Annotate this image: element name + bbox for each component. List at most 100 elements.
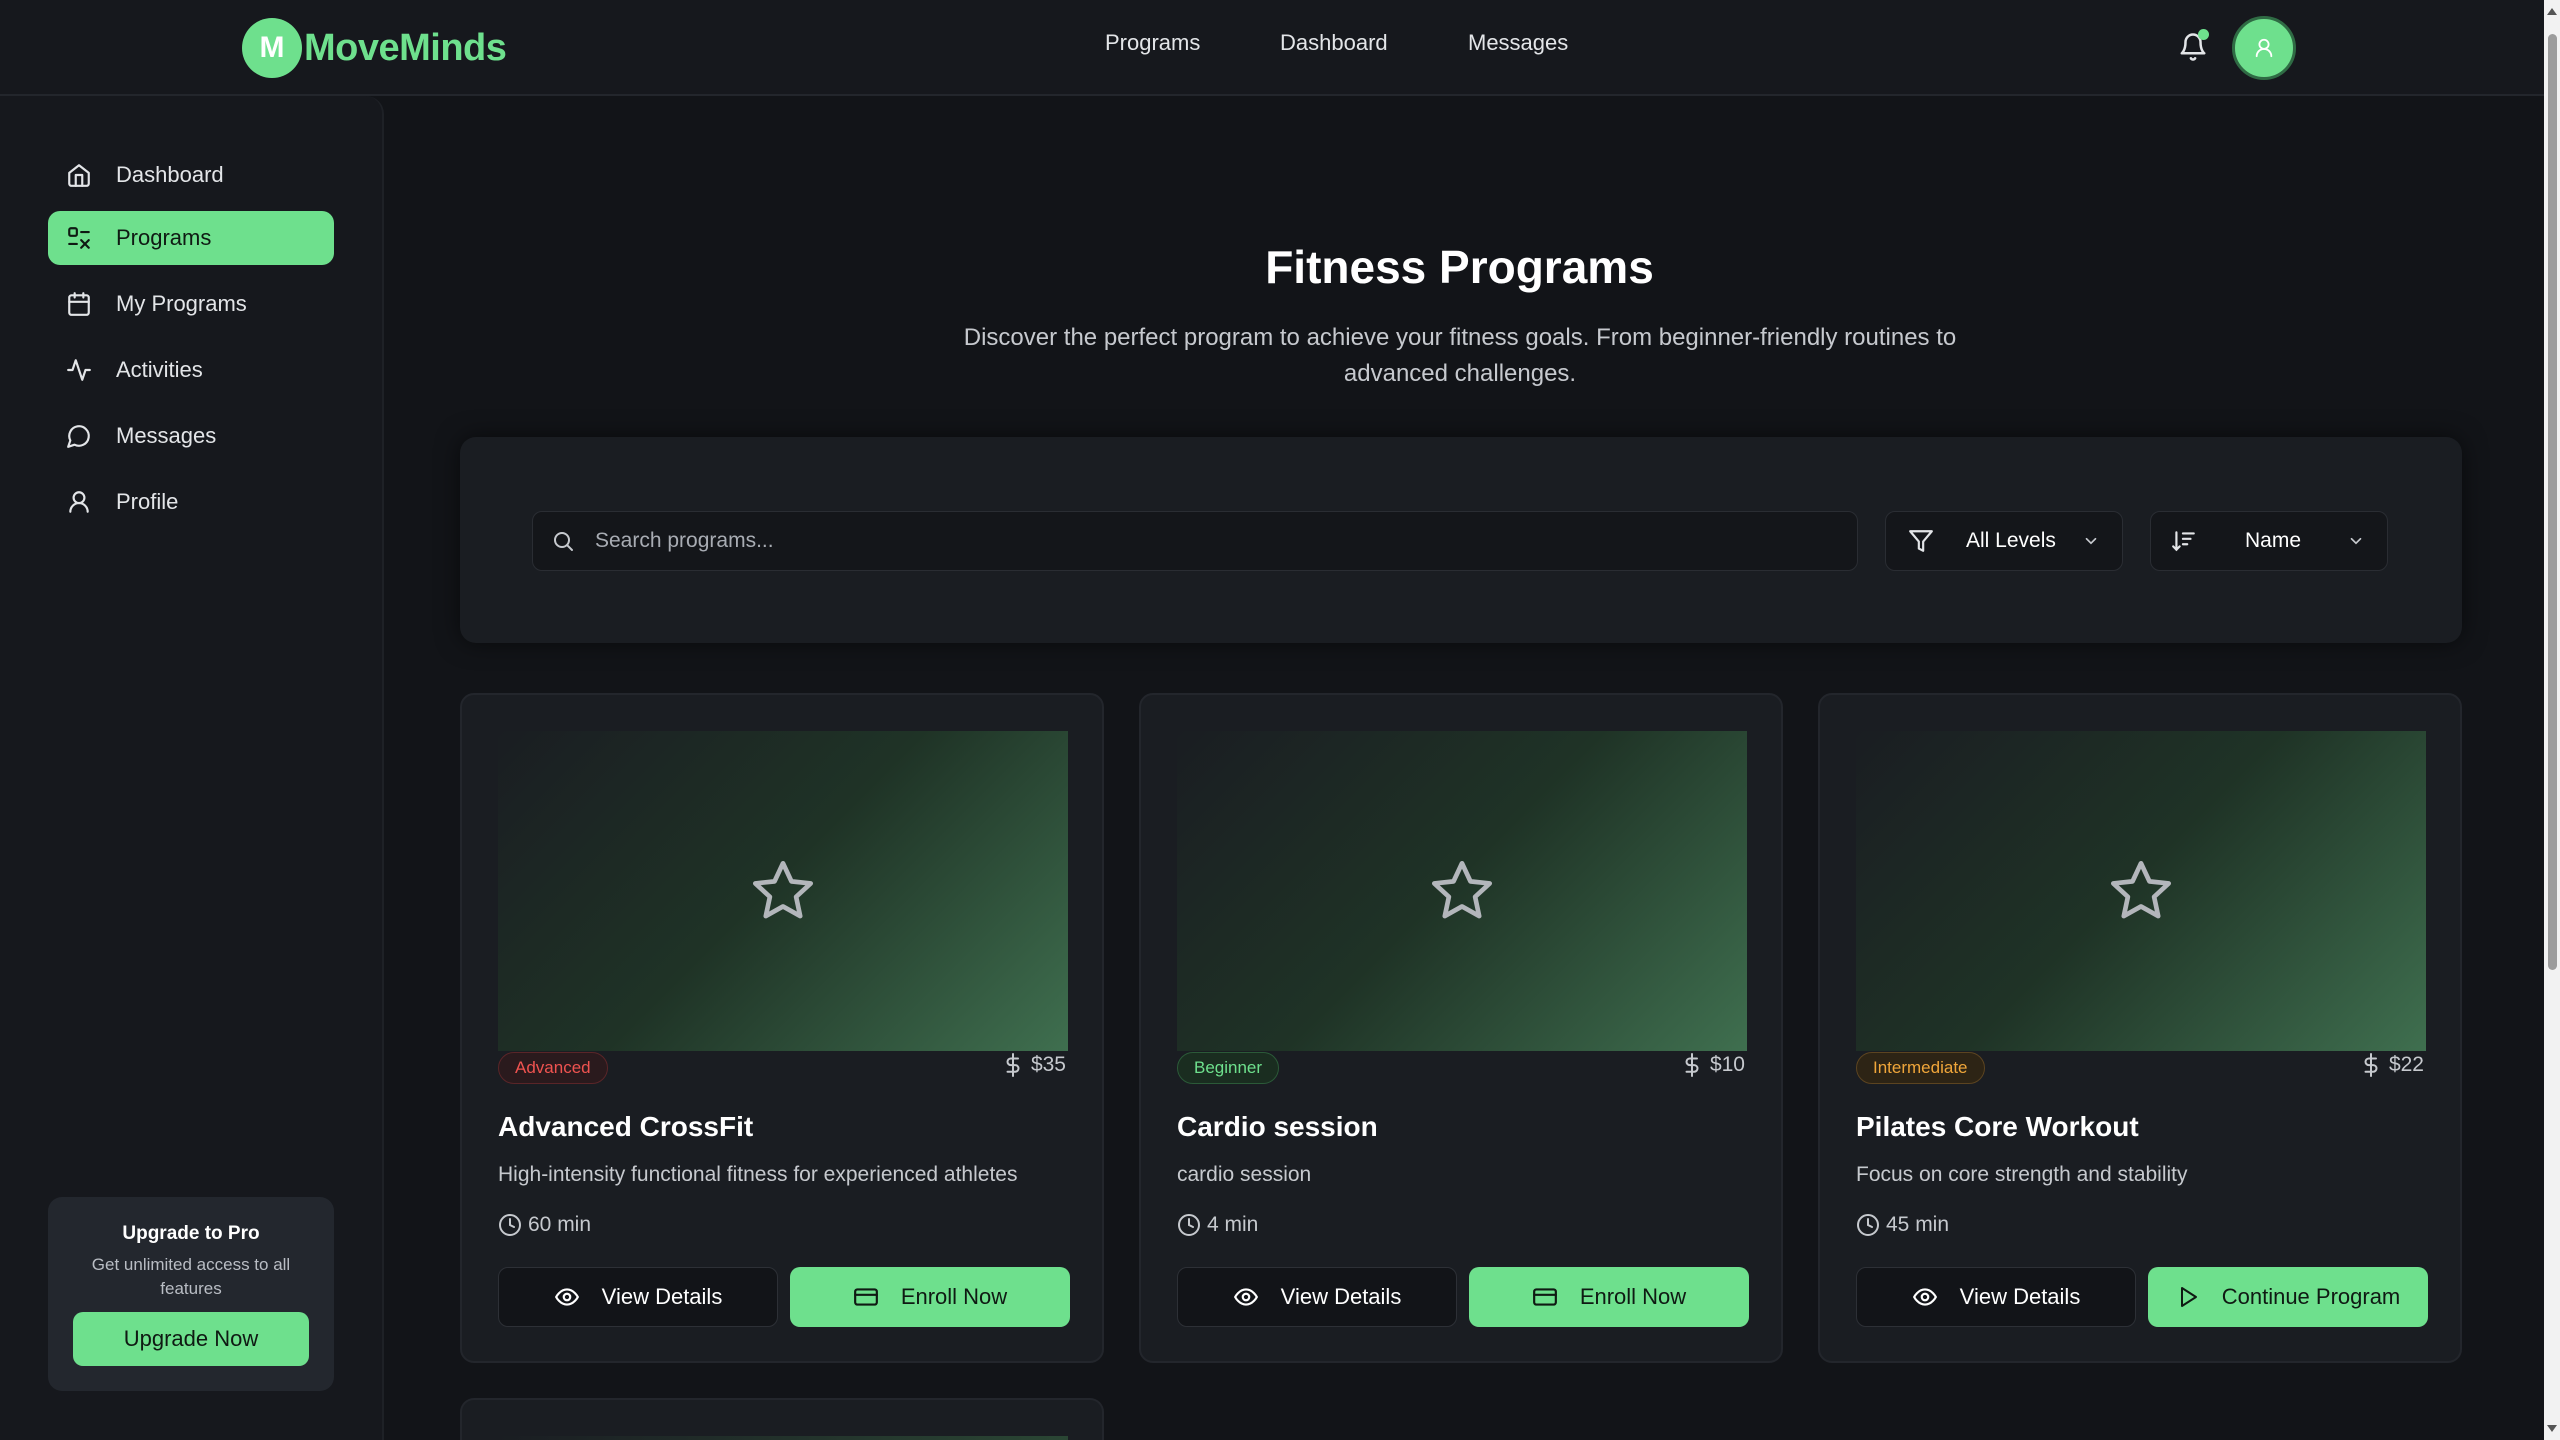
level-badge: Beginner (1177, 1052, 1280, 1084)
upgrade-card: Upgrade to Pro Get unlimited access to a… (48, 1197, 334, 1391)
sort-select[interactable]: Name (2150, 511, 2388, 571)
home-icon (68, 164, 90, 187)
calendar-icon (68, 292, 90, 316)
clock-icon (499, 1214, 521, 1236)
search-icon (554, 532, 573, 551)
duration-value: 45 min (1886, 1213, 1950, 1236)
brand-name: MoveMinds (304, 26, 507, 69)
top-navbar: M MoveMinds Programs Dashboard Messages (0, 0, 2544, 96)
program-card: Intermediate $22 Pilates Core Workout Fo… (1818, 693, 2462, 1363)
enroll-now-button[interactable]: Enroll Now (1469, 1267, 1749, 1327)
level-filter-select[interactable]: All Levels (1885, 511, 2123, 571)
sidebar-item-label: Dashboard (116, 162, 224, 187)
sidebar-item-label: Profile (116, 489, 179, 514)
page-scrollbar[interactable] (2544, 0, 2560, 1440)
upgrade-now-button[interactable]: Upgrade Now (73, 1312, 309, 1366)
price-value: $22 (2388, 1053, 2424, 1076)
nav-link-dashboard[interactable]: Dashboard (1280, 30, 1388, 56)
enroll-now-button[interactable]: Enroll Now (790, 1267, 1070, 1327)
sort-icon (2172, 531, 2195, 552)
brand-logo[interactable]: M MoveMinds (242, 18, 507, 78)
star-icon[interactable] (2106, 856, 2176, 926)
programs-icon (68, 227, 90, 249)
sidebar-item-label: My Programs (116, 291, 247, 316)
page-title: Fitness Programs (1265, 241, 1654, 293)
sidebar-item-profile[interactable]: Profile (48, 475, 334, 529)
nav-link-messages[interactable]: Messages (1468, 30, 1568, 56)
notification-dot (2198, 29, 2209, 40)
program-description: Focus on core strength and stability (1856, 1163, 2188, 1186)
program-title: Advanced CrossFit (498, 1111, 754, 1142)
scroll-thumb[interactable] (2548, 34, 2557, 970)
price-value: $10 (1709, 1053, 1745, 1076)
button-label: View Details (1959, 1284, 2081, 1309)
sidebar-item-my-programs[interactable]: My Programs (48, 277, 334, 331)
level-filter-value: All Levels (1966, 529, 2056, 552)
sort-value: Name (2245, 529, 2302, 552)
duration-value: 60 min (528, 1213, 592, 1236)
level-badge: Intermediate (1856, 1052, 1985, 1084)
search-box[interactable] (532, 511, 1858, 571)
credit-card-icon (853, 1288, 878, 1306)
clock-icon (1857, 1214, 1879, 1236)
filter-icon (1909, 530, 1933, 552)
chevron-down-icon (2085, 537, 2097, 545)
clock-icon (1178, 1214, 1200, 1236)
program-card: Beginner $10 Cardio session cardio sessi… (1139, 693, 1783, 1363)
sidebar-item-dashboard[interactable]: Dashboard (48, 148, 334, 202)
program-description: High-intensity functional fitness for ex… (498, 1163, 1018, 1186)
price-value: $35 (1030, 1053, 1066, 1076)
star-icon[interactable] (1427, 856, 1497, 926)
program-title: Cardio session (1177, 1111, 1378, 1142)
sidebar-item-label: Programs (116, 225, 212, 250)
button-label: Enroll Now (1579, 1284, 1687, 1309)
button-label: Continue Program (2221, 1284, 2401, 1309)
filter-panel: All Levels Name (460, 437, 2462, 643)
sidebar-item-activities[interactable]: Activities (48, 343, 334, 397)
credit-card-icon (1532, 1288, 1557, 1306)
star-icon[interactable] (748, 856, 818, 926)
price: $10 (1684, 1053, 1745, 1077)
upgrade-title: Upgrade to Pro (122, 1223, 260, 1244)
program-title: Pilates Core Workout (1856, 1111, 2139, 1142)
eye-icon (1233, 1288, 1258, 1306)
view-details-button[interactable]: View Details (1177, 1267, 1457, 1327)
scroll-down-arrow-icon[interactable] (2547, 1425, 2557, 1432)
dollar-icon (2364, 1053, 2378, 1077)
view-details-button[interactable]: View Details (498, 1267, 778, 1327)
sidebar-item-messages[interactable]: Messages (48, 409, 334, 463)
activity-icon (67, 359, 91, 381)
program-image (498, 1436, 1068, 1440)
sidebar-item-programs[interactable]: Programs (48, 211, 334, 265)
program-card: Advanced $35 Advanced CrossFit High-inte… (460, 693, 1104, 1363)
level-badge: Advanced (498, 1052, 608, 1084)
sidebar: Dashboard Programs My Programs Activitie… (0, 96, 384, 1440)
dollar-icon (1685, 1053, 1699, 1077)
button-label: View Details (601, 1284, 723, 1309)
program-duration: 45 min (1856, 1213, 1949, 1237)
page-subtitle: Discover the perfect program to achieve … (963, 324, 1957, 387)
search-input[interactable] (595, 529, 1795, 553)
program-card-partial (460, 1398, 1104, 1440)
logo-badge: M (242, 18, 302, 78)
program-duration: 60 min (498, 1213, 591, 1237)
play-icon (2180, 1287, 2197, 1307)
program-image (498, 731, 1068, 1051)
price: $22 (2363, 1053, 2424, 1077)
eye-icon (554, 1288, 579, 1306)
upgrade-subtitle: Get unlimited access to all features (91, 1255, 291, 1298)
user-icon (69, 491, 89, 513)
program-image (1177, 731, 1747, 1051)
scroll-up-arrow-icon[interactable] (2547, 8, 2557, 15)
continue-program-button[interactable]: Continue Program (2148, 1267, 2428, 1327)
nav-link-programs[interactable]: Programs (1105, 30, 1200, 56)
duration-value: 4 min (1207, 1213, 1259, 1236)
chevron-down-icon (2350, 537, 2362, 545)
view-details-button[interactable]: View Details (1856, 1267, 2136, 1327)
message-icon (67, 425, 90, 448)
program-description: cardio session (1177, 1163, 1312, 1186)
sidebar-item-label: Activities (116, 357, 203, 382)
user-avatar[interactable] (2232, 16, 2296, 80)
button-label: View Details (1280, 1284, 1402, 1309)
eye-icon (1912, 1288, 1937, 1306)
